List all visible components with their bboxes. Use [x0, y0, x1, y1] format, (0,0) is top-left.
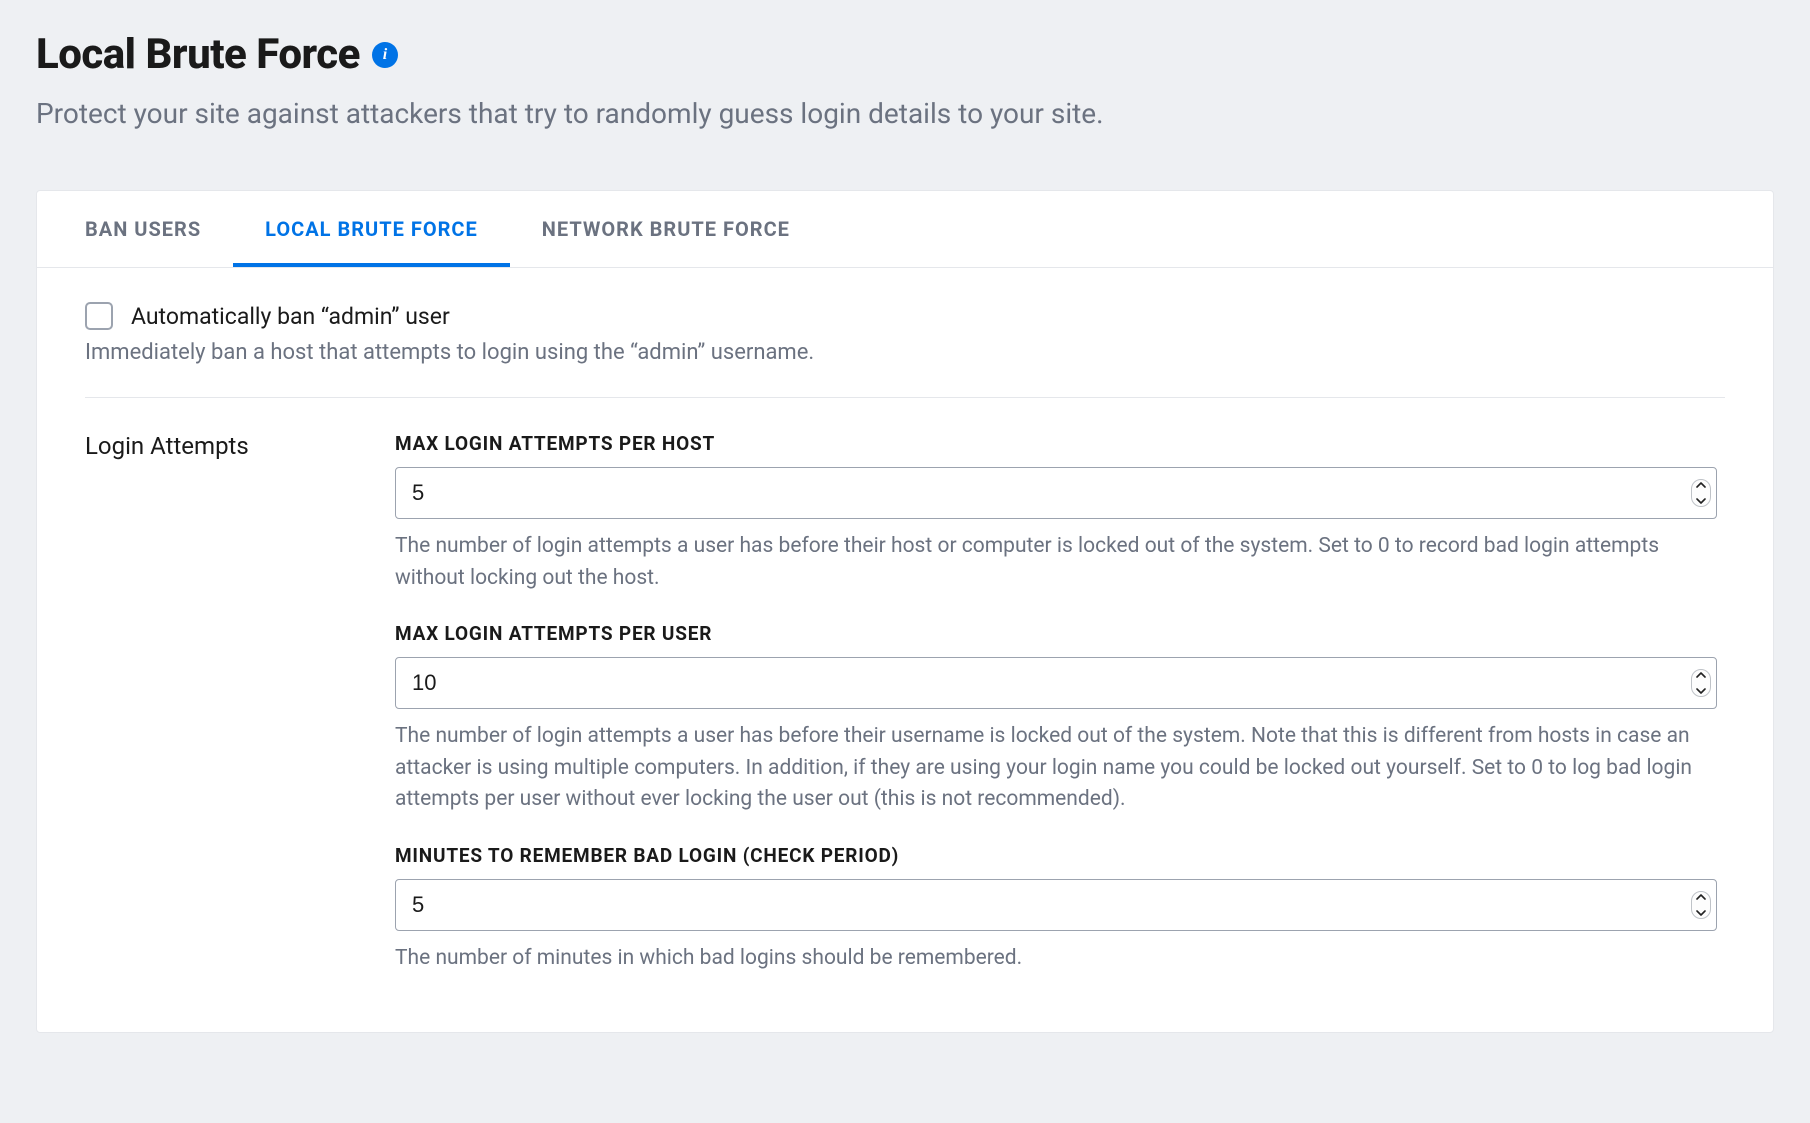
chevron-down-icon: [1696, 909, 1706, 917]
chevron-up-icon: [1696, 481, 1706, 489]
tabs-bar: BAN USERS LOCAL BRUTE FORCE NETWORK BRUT…: [37, 191, 1773, 268]
minutes-remember-description: The number of minutes in which bad login…: [395, 943, 1717, 975]
auto-ban-admin-label: Automatically ban “admin” user: [131, 303, 450, 330]
page-description: Protect your site against attackers that…: [36, 97, 1774, 130]
max-per-host-input[interactable]: [395, 467, 1717, 519]
max-per-host-label: MAX LOGIN ATTEMPTS PER HOST: [395, 432, 1717, 455]
tab-ban-users[interactable]: BAN USERS: [37, 191, 233, 267]
tab-local-brute-force[interactable]: LOCAL BRUTE FORCE: [233, 191, 510, 267]
max-per-user-input[interactable]: [395, 657, 1717, 709]
chevron-down-icon: [1696, 497, 1706, 505]
chevron-up-icon: [1696, 893, 1706, 901]
max-per-user-label: MAX LOGIN ATTEMPTS PER USER: [395, 622, 1717, 645]
minutes-remember-input[interactable]: [395, 879, 1717, 931]
tab-network-brute-force[interactable]: NETWORK BRUTE FORCE: [510, 191, 822, 267]
login-attempts-section-label: Login Attempts: [85, 432, 395, 460]
settings-panel: BAN USERS LOCAL BRUTE FORCE NETWORK BRUT…: [36, 190, 1774, 1033]
page-title: Local Brute Force: [36, 30, 360, 79]
max-per-host-stepper[interactable]: [1691, 479, 1711, 507]
chevron-down-icon: [1696, 687, 1706, 695]
chevron-up-icon: [1696, 671, 1706, 679]
max-per-host-description: The number of login attempts a user has …: [395, 531, 1717, 594]
minutes-remember-stepper[interactable]: [1691, 891, 1711, 919]
minutes-remember-label: MINUTES TO REMEMBER BAD LOGIN (CHECK PER…: [395, 844, 1717, 867]
auto-ban-admin-description: Immediately ban a host that attempts to …: [85, 340, 1725, 365]
info-icon[interactable]: i: [372, 42, 398, 68]
max-per-user-stepper[interactable]: [1691, 669, 1711, 697]
auto-ban-admin-checkbox[interactable]: [85, 302, 113, 330]
divider: [85, 397, 1725, 398]
max-per-user-description: The number of login attempts a user has …: [395, 721, 1717, 816]
